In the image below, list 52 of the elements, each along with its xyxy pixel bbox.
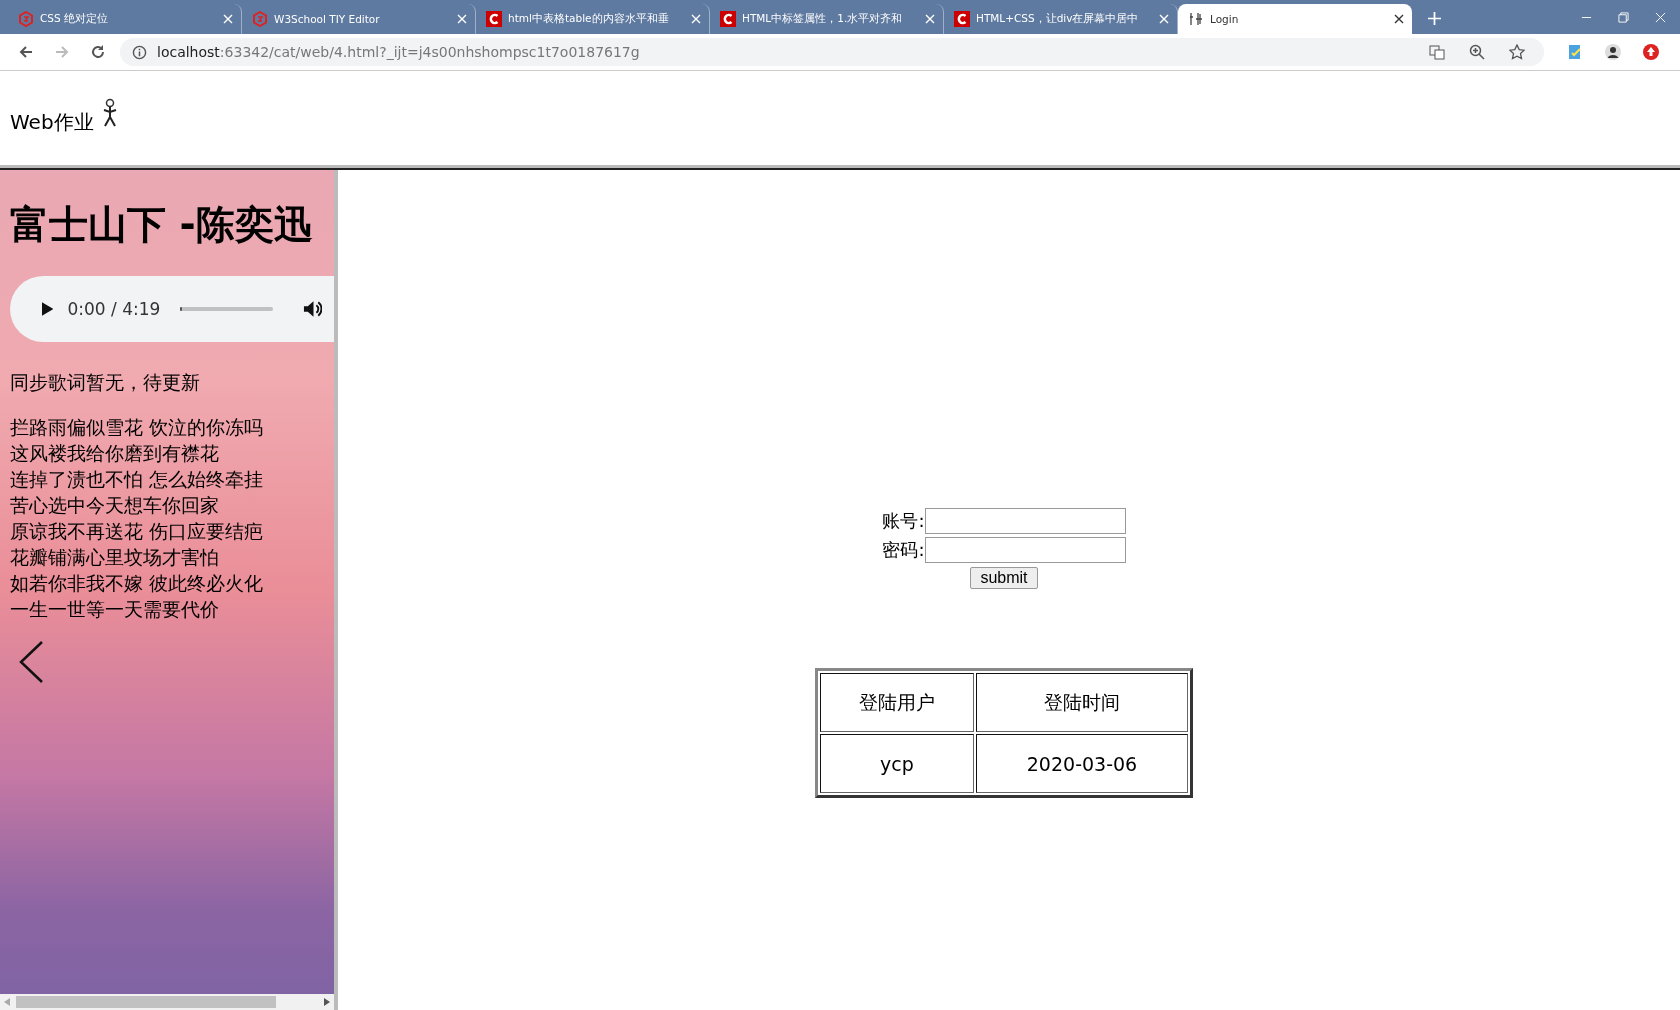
lyric-line: 连掉了渍也不怕 怎么始终牵挂 xyxy=(10,467,265,492)
c-logo-icon xyxy=(486,11,502,27)
upload-icon[interactable] xyxy=(1643,44,1659,60)
page-title: Web作业 xyxy=(10,108,94,136)
table-header-cell: 登陆时间 xyxy=(976,673,1188,732)
submit-button[interactable]: submit xyxy=(970,567,1038,589)
horizontal-scrollbar[interactable] xyxy=(0,994,334,1010)
song-title: 富士山下 -陈奕迅 xyxy=(10,201,314,249)
hexagon-logo-icon xyxy=(18,11,34,27)
scroll-right-icon[interactable] xyxy=(324,998,330,1006)
avatar-icon[interactable] xyxy=(1605,44,1621,60)
input-field[interactable] xyxy=(924,537,1126,563)
star-icon[interactable] xyxy=(1509,44,1525,60)
translate-icon[interactable] xyxy=(1429,44,1445,60)
new-tab-icon[interactable] xyxy=(1428,12,1441,25)
restore-icon[interactable] xyxy=(1618,11,1629,23)
address-bar[interactable]: localhost:63342/cat/web/4.html?_ijt=j4s00nhshompsc1t7o0187617g xyxy=(120,38,1544,66)
close-icon[interactable] xyxy=(1394,14,1404,24)
url-text: localhost:63342/cat/web/4.html?_ijt=j4s00nhshompsc1t7o0187617g xyxy=(157,44,640,60)
c-logo-icon xyxy=(720,11,736,27)
volume-icon[interactable] xyxy=(302,300,322,318)
lyric-line: 苦心选中今天想车你回家 xyxy=(10,493,220,518)
table-cell: ycp xyxy=(820,734,974,793)
table-cell: 2020-03-06 xyxy=(976,734,1188,793)
lyrics-notice: 同步歌词暂无，待更新 xyxy=(10,370,201,395)
play-icon[interactable] xyxy=(42,302,54,316)
zoom-icon[interactable] xyxy=(1469,44,1485,60)
progress-track[interactable] xyxy=(180,307,273,311)
tab-title: html中表格table的内容水平和垂 xyxy=(508,12,670,26)
time-text: 0:00 / 4:19 xyxy=(67,299,161,319)
lyric-line: 拦路雨偏似雪花 饮泣的你冻吗 xyxy=(10,415,265,440)
chevron-left-icon[interactable] xyxy=(18,640,44,684)
tab-title: W3School TIY Editor xyxy=(274,13,381,25)
field-label: 密码: xyxy=(882,538,925,562)
tab-title: Login xyxy=(1210,13,1240,25)
lyric-line: 花瓣铺满心里坟场才害怕 xyxy=(10,545,220,570)
c-logo-icon xyxy=(954,11,970,27)
lyric-line: 一生一世等一天需要代价 xyxy=(10,597,220,622)
extension-icon[interactable] xyxy=(1567,44,1583,60)
info-icon xyxy=(132,44,147,60)
hexagon-logo-icon xyxy=(252,11,268,27)
lyric-line: 如若你非我不嫁 彼此终必火化 xyxy=(10,571,265,596)
tab-title: HTML+CSS，让div在屏幕中居中 xyxy=(976,12,1140,26)
tab-title: CSS 绝对定位 xyxy=(40,12,109,26)
lyric-line: 原谅我不再送花 伤口应要结疤 xyxy=(10,519,265,544)
tab-title: HTML中标签属性，1.水平对齐和 xyxy=(742,12,904,26)
browser-tab[interactable]: Login xyxy=(1178,4,1412,34)
lyric-line: 这风褛我给你磨到有襟花 xyxy=(10,441,220,466)
field-label: 账号: xyxy=(882,509,925,533)
table-header-cell: 登陆用户 xyxy=(820,673,974,732)
scrollbar-thumb[interactable] xyxy=(16,996,276,1008)
input-field[interactable] xyxy=(924,508,1126,534)
